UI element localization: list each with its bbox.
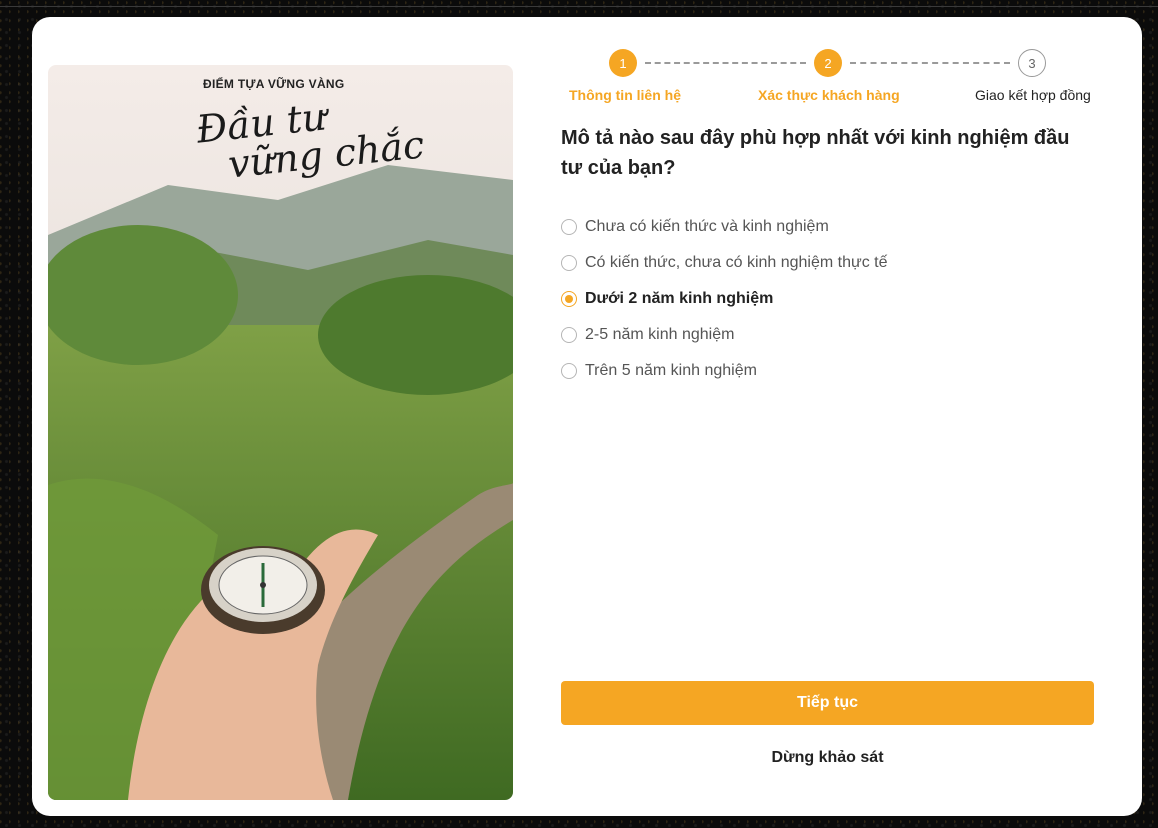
survey-panel: 1 2 3 Thông tin liên hệ Xác thực khách h… (561, 17, 1094, 816)
survey-card: ĐIỂM TỰA VỮNG VÀNG Đầu tư vững chắc 1 2 … (32, 17, 1142, 816)
option-label: Có kiến thức, chưa có kinh nghiệm thực t… (585, 254, 888, 271)
radio-button-checked[interactable] (561, 291, 577, 307)
step-connector-1 (645, 62, 806, 64)
option-no-knowledge[interactable]: Chưa có kiến thức và kinh nghiệm (561, 209, 888, 245)
question-title: Mô tả nào sau đây phù hợp nhất với kinh … (561, 127, 1070, 179)
radio-button[interactable] (561, 219, 577, 235)
radio-button[interactable] (561, 255, 577, 271)
top-divider (0, 6, 1158, 7)
option-2-5-years[interactable]: 2-5 năm kinh nghiệm (561, 317, 888, 353)
continue-button[interactable]: Tiếp tục (561, 681, 1094, 725)
step-3-label: Giao kết hợp đồng (975, 87, 1091, 103)
banner-script-title: Đầu tư vững chắc (194, 87, 426, 186)
step-2-label: Xác thực khách hàng (758, 87, 900, 103)
option-under-2-years[interactable]: Dưới 2 năm kinh nghiệm (561, 281, 888, 317)
banner-tagline: ĐIỂM TỰA VỮNG VÀNG (203, 77, 345, 91)
radio-button[interactable] (561, 327, 577, 343)
step-3-circle: 3 (1018, 49, 1046, 77)
option-label: Trên 5 năm kinh nghiệm (585, 362, 757, 379)
option-label: Dưới 2 năm kinh nghiệm (585, 290, 774, 307)
option-over-5-years[interactable]: Trên 5 năm kinh nghiệm (561, 353, 888, 389)
step-connector-2 (850, 62, 1010, 64)
progress-stepper: 1 2 3 Thông tin liên hệ Xác thực khách h… (561, 47, 1094, 117)
option-label: 2-5 năm kinh nghiệm (585, 326, 735, 343)
option-knowledge-no-practice[interactable]: Có kiến thức, chưa có kinh nghiệm thực t… (561, 245, 888, 281)
step-1-circle: 1 (609, 49, 637, 77)
stop-survey-link[interactable]: Dừng khảo sát (561, 749, 1094, 767)
banner-text: ĐIỂM TỰA VỮNG VÀNG Đầu tư vững chắc (48, 65, 513, 225)
experience-options: Chưa có kiến thức và kinh nghiệm Có kiến… (561, 209, 888, 389)
option-label: Chưa có kiến thức và kinh nghiệm (585, 218, 829, 235)
radio-button[interactable] (561, 363, 577, 379)
step-2-circle: 2 (814, 49, 842, 77)
step-1-label: Thông tin liên hệ (569, 87, 681, 103)
hero-image: ĐIỂM TỰA VỮNG VÀNG Đầu tư vững chắc (48, 65, 513, 800)
